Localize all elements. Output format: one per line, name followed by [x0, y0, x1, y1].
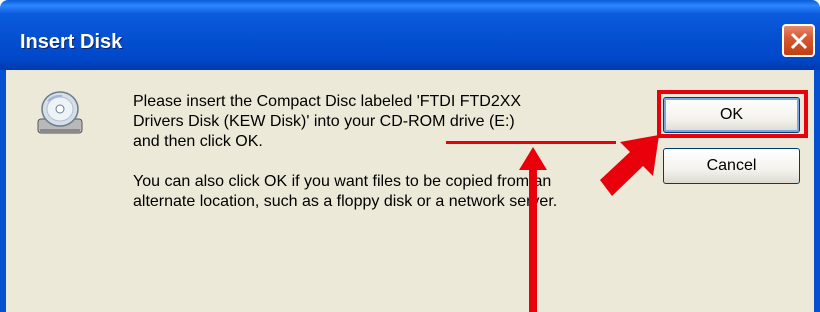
annotation-arrows	[519, 135, 659, 312]
insert-disk-dialog: Insert Disk Please insert the Compact Di…	[0, 0, 820, 312]
arrow-up-to-drive	[519, 147, 547, 312]
arrow-to-ok	[600, 135, 659, 196]
